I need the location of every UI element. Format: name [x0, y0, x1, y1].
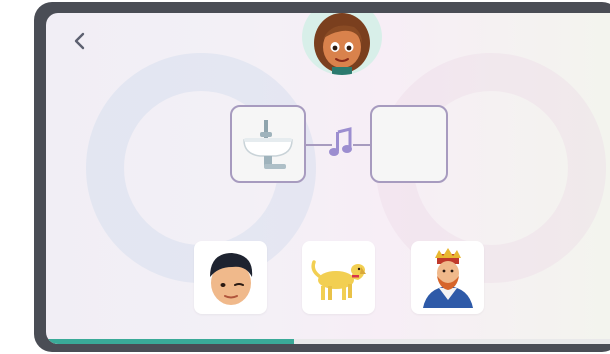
game-screen	[46, 13, 610, 344]
music-note-icon	[329, 127, 352, 156]
girl-avatar	[302, 13, 382, 75]
chevron-left-icon	[74, 32, 85, 50]
connector-right	[353, 144, 371, 146]
girl-avatar-icon	[314, 13, 370, 75]
prompt-card-sink	[230, 105, 306, 183]
sink-icon	[243, 120, 293, 169]
option-king[interactable]	[411, 241, 484, 314]
king-icon	[422, 247, 473, 308]
dog-icon	[310, 259, 366, 300]
option-boy[interactable]	[194, 241, 267, 314]
back-button[interactable]	[68, 29, 92, 53]
option-dog[interactable]	[302, 241, 375, 314]
progress-fill	[46, 339, 295, 344]
progress-track	[46, 339, 610, 344]
connector-note	[328, 127, 354, 163]
answer-slot[interactable]	[370, 105, 448, 183]
boy-face-icon	[209, 252, 252, 305]
